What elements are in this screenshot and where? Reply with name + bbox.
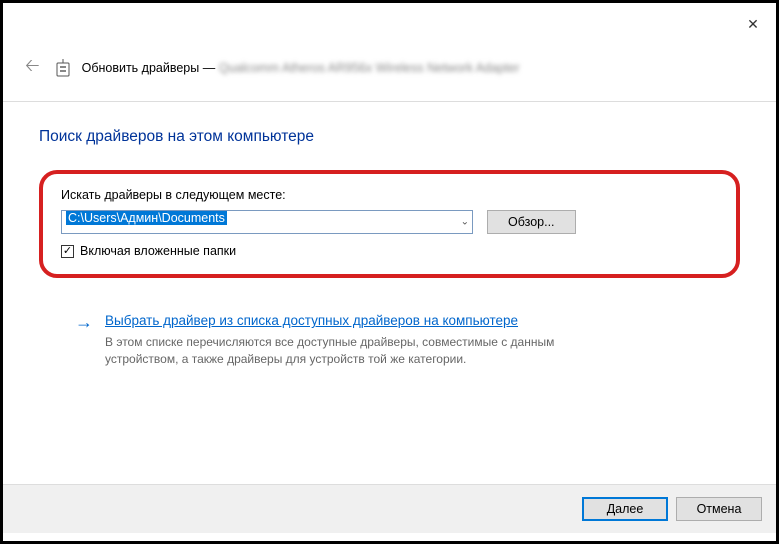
link-title[interactable]: Выбрать драйвер из списка доступных драй… bbox=[105, 312, 629, 330]
titlebar: ✕ bbox=[3, 3, 776, 45]
include-subfolders-checkbox[interactable]: ✓ bbox=[61, 245, 74, 258]
page-title: Поиск драйверов на этом компьютере bbox=[39, 128, 740, 146]
close-button[interactable]: ✕ bbox=[730, 3, 776, 45]
path-value: C:\Users\Админ\Documents bbox=[66, 211, 227, 225]
pick-from-list-link[interactable]: → Выбрать драйвер из списка доступных др… bbox=[39, 306, 629, 368]
cancel-button[interactable]: Отмена bbox=[676, 497, 762, 521]
search-label: Искать драйверы в следующем месте: bbox=[61, 188, 718, 202]
next-button[interactable]: Далее bbox=[582, 497, 668, 521]
arrow-right-icon: → bbox=[75, 312, 93, 368]
browse-button[interactable]: Обзор... bbox=[487, 210, 576, 234]
search-location-group: Искать драйверы в следующем месте: C:\Us… bbox=[39, 170, 740, 278]
include-subfolders-row: ✓ Включая вложенные папки bbox=[61, 244, 718, 258]
link-body: Выбрать драйвер из списка доступных драй… bbox=[105, 312, 629, 368]
include-subfolders-label: Включая вложенные папки bbox=[80, 244, 236, 258]
wizard-header: 🡠 Обновить драйверы — Qualcomm Atheros A… bbox=[3, 45, 776, 101]
close-icon: ✕ bbox=[747, 16, 759, 33]
link-description: В этом списке перечисляются все доступны… bbox=[105, 334, 629, 368]
device-name: Qualcomm Atheros AR956x Wireless Network… bbox=[219, 61, 520, 75]
footer: Далее Отмена bbox=[3, 484, 776, 533]
device-icon bbox=[56, 59, 70, 77]
content-area: Поиск драйверов на этом компьютере Искат… bbox=[3, 102, 776, 388]
path-combobox[interactable]: C:\Users\Админ\Documents ⌄ bbox=[61, 210, 473, 234]
header-title: Обновить драйверы — Qualcomm Atheros AR9… bbox=[82, 61, 520, 75]
path-row: C:\Users\Админ\Documents ⌄ Обзор... bbox=[61, 210, 718, 234]
back-button[interactable]: 🡠 bbox=[21, 49, 44, 87]
header-prefix: Обновить драйверы — bbox=[82, 61, 219, 75]
path-input[interactable]: C:\Users\Админ\Documents bbox=[61, 210, 473, 234]
